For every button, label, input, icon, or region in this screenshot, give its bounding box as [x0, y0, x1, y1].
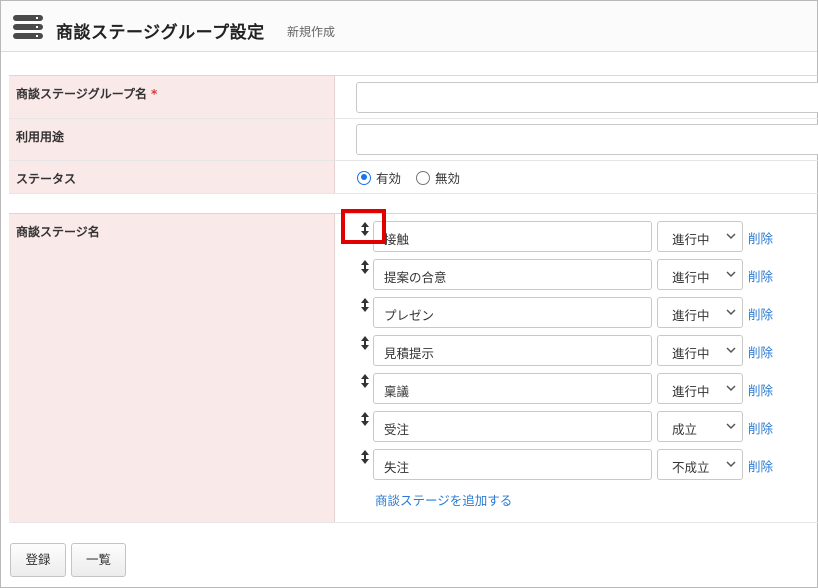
register-button[interactable]: 登録: [10, 543, 66, 577]
stage-status-select[interactable]: 不成立: [657, 449, 743, 480]
stage-name-input[interactable]: 受注: [373, 411, 652, 442]
stage-name-input[interactable]: 見積提示: [373, 335, 652, 366]
chevron-down-icon: [726, 271, 736, 278]
drag-handle-icon[interactable]: [359, 298, 371, 312]
page-title: 商談ステージグループ設定: [56, 23, 265, 43]
status-inactive-radio[interactable]: [416, 170, 431, 185]
stage-delete-link[interactable]: 削除: [748, 418, 773, 437]
list-button[interactable]: 一覧: [71, 543, 126, 577]
stage-delete-link[interactable]: 削除: [748, 456, 773, 475]
server-stack-icon: [13, 15, 43, 40]
stage-delete-link[interactable]: 削除: [748, 380, 773, 399]
status-row: ステータス 有効 無効: [9, 161, 818, 194]
status-active-radio[interactable]: [357, 170, 371, 185]
basic-settings-form: 商談ステージグループ名 * 利用用途 ステータス 有効 無効: [9, 75, 818, 194]
group-name-label: 商談ステージグループ名 *: [9, 76, 335, 118]
stage-status-value: 成立: [672, 422, 698, 437]
stage-settings-form: 商談ステージ名 接触 進行中 削除 提案の合意 進行中 削除 プレゼン 進行中 …: [9, 213, 818, 523]
stage-status-value: 進行中: [672, 308, 710, 323]
stage-status-value: 進行中: [672, 384, 710, 399]
stage-name-input[interactable]: 接触: [373, 221, 652, 252]
chevron-down-icon: [726, 461, 736, 468]
required-mark: *: [151, 87, 158, 101]
drag-handle-icon[interactable]: [359, 260, 371, 274]
drag-handle-icon[interactable]: [359, 412, 371, 426]
chevron-down-icon: [726, 385, 736, 392]
stage-status-select[interactable]: 成立: [657, 411, 743, 442]
stage-status-select[interactable]: 進行中: [657, 259, 743, 290]
stage-name-input[interactable]: 提案の合意: [373, 259, 652, 290]
stage-name-input[interactable]: プレゼン: [373, 297, 652, 328]
usage-input[interactable]: [356, 124, 818, 155]
chevron-down-icon: [726, 309, 736, 316]
stage-status-select[interactable]: 進行中: [657, 335, 743, 366]
group-name-input[interactable]: [356, 82, 818, 113]
usage-row: 利用用途: [9, 119, 818, 161]
page-header: 商談ステージグループ設定 新規作成: [1, 1, 817, 52]
stage-list-row: 商談ステージ名 接触 進行中 削除 提案の合意 進行中 削除 プレゼン 進行中 …: [9, 214, 818, 523]
stage-row: 提案の合意 進行中 削除: [9, 259, 773, 291]
stage-delete-link[interactable]: 削除: [748, 228, 773, 247]
chevron-down-icon: [726, 423, 736, 430]
status-label: ステータス: [9, 161, 335, 193]
stage-name-input[interactable]: 稟議: [373, 373, 652, 404]
group-name-row: 商談ステージグループ名 *: [9, 76, 818, 119]
status-inactive-label[interactable]: 無効: [435, 168, 460, 187]
drag-handle-icon[interactable]: [359, 450, 371, 464]
form-footer: 登録 一覧: [1, 533, 817, 587]
stage-name-input[interactable]: 失注: [373, 449, 652, 480]
stage-row: 受注 成立 削除: [9, 411, 773, 443]
stage-status-value: 進行中: [672, 270, 710, 285]
stage-row: 見積提示 進行中 削除: [9, 335, 773, 367]
stage-status-select[interactable]: 進行中: [657, 297, 743, 328]
chevron-down-icon: [726, 233, 736, 240]
stage-status-value: 進行中: [672, 232, 710, 247]
stage-status-select[interactable]: 進行中: [657, 221, 743, 252]
stage-row: 失注 不成立 削除: [9, 449, 773, 481]
stage-status-value: 進行中: [672, 346, 710, 361]
stage-row: 接触 進行中 削除: [9, 221, 773, 253]
drag-handle-icon[interactable]: [359, 374, 371, 388]
status-radio-group: 有効 無効: [357, 168, 475, 187]
stage-delete-link[interactable]: 削除: [748, 342, 773, 361]
add-stage-link[interactable]: 商談ステージを追加する: [375, 490, 512, 509]
highlight-annotation-box: [341, 209, 386, 244]
stage-row: プレゼン 進行中 削除: [9, 297, 773, 329]
stage-row: 稟議 進行中 削除: [9, 373, 773, 405]
usage-label: 利用用途: [9, 119, 335, 160]
drag-handle-icon[interactable]: [359, 336, 371, 350]
stage-status-select[interactable]: 進行中: [657, 373, 743, 404]
stage-status-value: 不成立: [672, 460, 710, 475]
page-subtitle: 新規作成: [287, 25, 336, 39]
stage-delete-link[interactable]: 削除: [748, 304, 773, 323]
chevron-down-icon: [726, 347, 736, 354]
stage-delete-link[interactable]: 削除: [748, 266, 773, 285]
status-active-label[interactable]: 有効: [376, 168, 401, 187]
